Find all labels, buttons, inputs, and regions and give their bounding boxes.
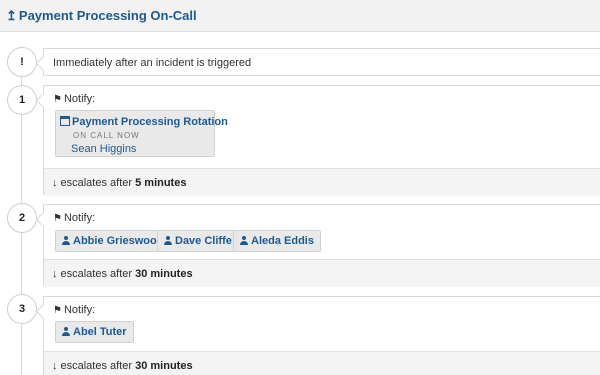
user-name: Dave Cliffe — [175, 235, 232, 247]
step-number-3: 3 — [7, 294, 37, 324]
calendar-icon — [60, 116, 70, 126]
user-icon — [164, 236, 172, 245]
trigger-marker: ! — [7, 47, 37, 77]
trigger-text: Immediately after an incident is trigger… — [53, 57, 252, 69]
escalate-value: 30 minutes — [135, 268, 193, 280]
user-target[interactable]: Abel Tuter — [55, 321, 134, 343]
down-arrow-icon: ↓ — [52, 268, 58, 280]
user-icon — [62, 327, 70, 336]
policy-title-text: Payment Processing On-Call — [18, 8, 197, 23]
user-target[interactable]: Abbie Grieswood — [55, 230, 171, 252]
notify-label-text: Notify: — [63, 304, 96, 316]
escalate-prefix: escalates after — [60, 360, 133, 372]
escalation-delay: ↓ escalates after 30 minutes — [44, 259, 600, 287]
notify-label-text: Notify: — [63, 212, 96, 224]
rotation-name[interactable]: Payment Processing Rotation — [60, 116, 228, 128]
escalation-step-2: ⚑ Notify: Abbie Grieswood Dave Cliffe Ale… — [43, 204, 600, 287]
escalation-delay: ↓ escalates after 5 minutes — [44, 168, 600, 196]
on-call-person-link[interactable]: Sean Higgins — [71, 143, 136, 155]
escalate-value: 5 minutes — [135, 177, 187, 189]
user-name: Abel Tuter — [73, 326, 127, 338]
up-arrow-icon: ↥ — [6, 8, 17, 23]
down-arrow-icon: ↓ — [52, 177, 58, 189]
trigger-card: Immediately after an incident is trigger… — [43, 48, 600, 76]
user-icon — [62, 236, 70, 245]
user-target[interactable]: Dave Cliffe — [157, 230, 239, 252]
flag-icon: ⚑ — [53, 213, 62, 224]
escalation-delay: ↓ escalates after 30 minutes — [44, 351, 600, 375]
notify-label: ⚑ Notify: — [53, 212, 95, 224]
rotation-name-text: Payment Processing Rotation — [72, 116, 228, 128]
escalation-step-3: ⚑ Notify: Abel Tuter ↓ escalates after 30 … — [43, 296, 600, 375]
user-target[interactable]: Aleda Eddis — [233, 230, 321, 252]
escalate-value: 30 minutes — [135, 360, 193, 372]
rotation-target[interactable]: Payment Processing Rotation ON CALL NOW … — [55, 110, 228, 157]
step-number-1: 1 — [7, 85, 37, 115]
page-header: ↥ Payment Processing On-Call — [0, 0, 600, 32]
user-icon — [240, 236, 248, 245]
escalate-prefix: escalates after — [60, 268, 133, 280]
notify-label: ⚑ Notify: — [53, 304, 95, 316]
flag-icon: ⚑ — [53, 94, 62, 105]
down-arrow-icon: ↓ — [52, 360, 58, 372]
flag-icon: ⚑ — [53, 305, 62, 316]
policy-title[interactable]: ↥ Payment Processing On-Call — [6, 8, 197, 24]
on-call-status: ON CALL NOW — [73, 131, 140, 140]
step-number-2: 2 — [7, 203, 37, 233]
user-name: Aleda Eddis — [251, 235, 314, 247]
escalation-step-1: ⚑ Notify: Payment Processing Rotation ON … — [43, 85, 600, 196]
notify-label: ⚑ Notify: — [53, 93, 95, 105]
user-name: Abbie Grieswood — [73, 235, 164, 247]
notify-label-text: Notify: — [63, 93, 96, 105]
escalate-prefix: escalates after — [60, 177, 133, 189]
